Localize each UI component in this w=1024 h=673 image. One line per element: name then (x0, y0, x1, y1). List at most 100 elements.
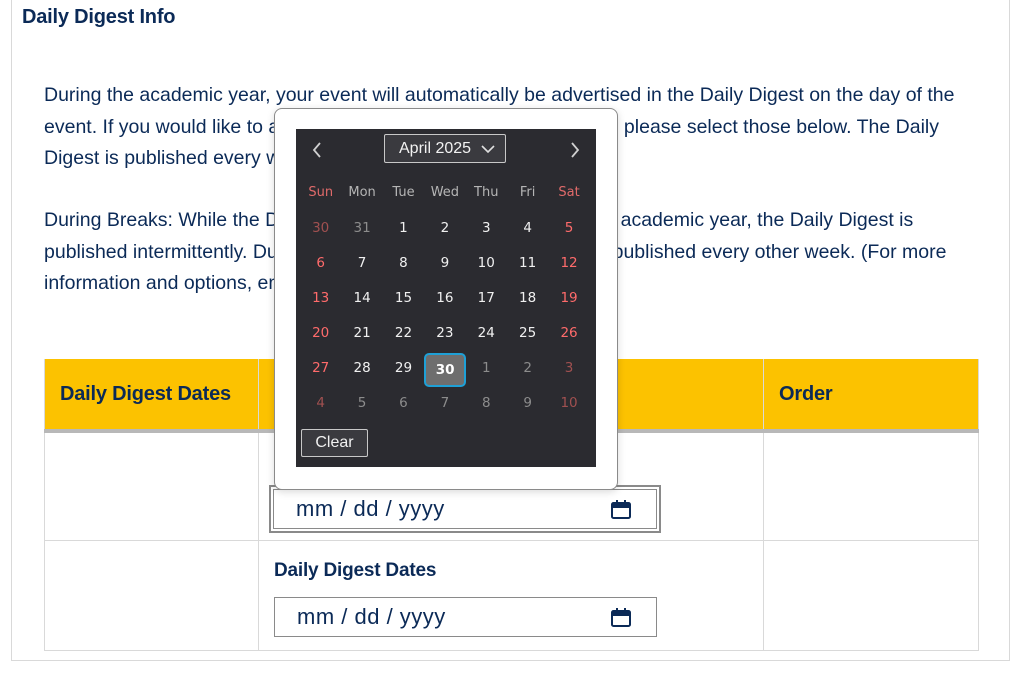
calendar-day[interactable]: 13 (300, 281, 341, 316)
calendar-day-number: 28 (353, 360, 371, 376)
calendar-day-number: 7 (357, 255, 367, 271)
calendar-day[interactable]: 3 (548, 351, 589, 386)
calendar-day-number: 30 (312, 220, 330, 236)
calendar-day[interactable]: 17 (466, 281, 507, 316)
calendar-day-number: 12 (560, 255, 578, 271)
calendar-day[interactable]: 6 (383, 386, 424, 421)
calendar-day-number: 1 (399, 220, 408, 236)
calendar-day-number: 30 (424, 353, 467, 387)
calendar-day-number: 16 (436, 290, 454, 306)
calendar-day[interactable]: 24 (466, 316, 507, 351)
calendar-day[interactable]: 7 (424, 386, 465, 421)
chevron-right-icon[interactable] (562, 137, 588, 163)
table-cell (44, 430, 259, 542)
calendar-day[interactable]: 9 (507, 386, 548, 421)
date-input-1-placeholder: mm / dd / yyyy (296, 496, 445, 521)
weekday-label: Sun (308, 185, 334, 200)
weekday-label: Wed (430, 185, 460, 200)
calendar-day[interactable]: 4 (300, 386, 341, 421)
calendar-day[interactable]: 1 (466, 351, 507, 386)
calendar-day[interactable]: 16 (424, 281, 465, 316)
chevron-down-icon (481, 135, 495, 163)
calendar-day[interactable]: 14 (341, 281, 382, 316)
calendar-day[interactable]: 26 (548, 316, 589, 351)
calendar-day[interactable]: 15 (383, 281, 424, 316)
weekday-label: Sat (558, 185, 580, 200)
calendar-day-number: 10 (477, 255, 495, 271)
table-cell (44, 540, 259, 651)
calendar-day[interactable]: 31 (341, 211, 382, 246)
calendar-day[interactable]: 9 (424, 246, 465, 281)
calendar-day-number: 3 (481, 220, 491, 236)
calendar-day[interactable]: 20 (300, 316, 341, 351)
calendar-day-number: 10 (560, 395, 578, 411)
table-cell (763, 430, 979, 542)
calendar-day[interactable]: 5 (548, 211, 589, 246)
calendar-day[interactable]: 5 (341, 386, 382, 421)
calendar-day-number: 21 (353, 325, 371, 341)
calendar-day[interactable]: 30 (300, 211, 341, 246)
date-input-2[interactable]: mm / dd / yyyy (274, 597, 657, 637)
calendar-day-number: 23 (436, 325, 454, 341)
calendar-day-number: 4 (316, 395, 325, 411)
date-input-2-placeholder: mm / dd / yyyy (297, 604, 446, 629)
calendar-day[interactable]: 27 (300, 351, 341, 386)
calendar-day-selected[interactable]: 30 (424, 351, 467, 387)
calendar-day[interactable]: 28 (341, 351, 382, 386)
date-picker-popup: April 2025 Sun Mon Tue Wed Thu Fri Sat 30 31 1 2 3… (274, 108, 618, 490)
calendar-day-number: 8 (399, 255, 408, 271)
calendar-day[interactable]: 11 (507, 246, 548, 281)
clear-button[interactable]: Clear (301, 429, 368, 457)
date-input-1[interactable]: mm / dd / yyyy (269, 485, 661, 533)
chevron-left-icon[interactable] (304, 137, 330, 163)
calendar-day[interactable]: 25 (507, 316, 548, 351)
calendar-day-number: 8 (481, 395, 491, 411)
month-label: April 2025 (399, 140, 472, 157)
calendar-day[interactable]: 12 (548, 246, 589, 281)
calendar-day-number: 29 (394, 360, 413, 376)
header-daily-digest-dates: Daily Digest Dates (44, 359, 259, 433)
calendar-day[interactable]: 6 (300, 246, 341, 281)
row2-label: Daily Digest Dates (274, 560, 437, 581)
calendar-day[interactable]: 10 (548, 386, 589, 421)
calendar-icon[interactable] (611, 608, 631, 627)
month-select[interactable]: April 2025 (384, 134, 506, 163)
calendar-day-number: 6 (399, 395, 408, 411)
weekday-label: Tue (392, 185, 415, 200)
calendar-day[interactable]: 1 (383, 211, 424, 246)
calendar-day[interactable]: 29 (383, 351, 424, 386)
calendar-day[interactable]: 8 (383, 246, 424, 281)
calendar-day-number: 6 (316, 255, 325, 271)
weekday-row: Sun Mon Tue Wed Thu Fri Sat (300, 179, 592, 214)
calendar-day[interactable]: 3 (466, 211, 507, 246)
calendar-day[interactable]: 2 (507, 351, 548, 386)
calendar-day-number: 24 (477, 325, 495, 341)
calendar-day[interactable]: 21 (341, 316, 382, 351)
calendar-day[interactable]: 22 (383, 316, 424, 351)
calendar-day[interactable]: 19 (548, 281, 589, 316)
section-title: Daily Digest Info (22, 6, 176, 28)
header-order: Order (763, 359, 979, 433)
calendar-day[interactable]: 7 (341, 246, 382, 281)
calendar-day[interactable]: 2 (424, 211, 465, 246)
calendar-day-number: 9 (523, 395, 532, 411)
calendar-day[interactable]: 23 (424, 316, 465, 351)
calendar-day-number: 31 (353, 220, 371, 236)
calendar-day[interactable]: 18 (507, 281, 548, 316)
calendar-day-number: 13 (312, 290, 330, 306)
day-grid: 30 31 1 2 3 4 5 6 7 8 9 10 11 12 13 14 15 16 17 18 19 20 21 22 2… (300, 211, 592, 421)
calendar-day-number: 22 (394, 325, 413, 341)
calendar-day-number: 5 (564, 220, 574, 236)
weekday-label: Mon (348, 185, 376, 200)
calendar-day-number: 18 (519, 290, 537, 306)
calendar-icon[interactable] (611, 500, 631, 519)
calendar-day-number: 9 (440, 255, 450, 271)
calendar-day[interactable]: 4 (507, 211, 548, 246)
calendar-day-number: 20 (312, 325, 330, 341)
calendar-day-number: 15 (394, 290, 413, 306)
calendar-day-number: 4 (523, 220, 532, 236)
calendar-day-number: 11 (519, 255, 537, 271)
calendar-day[interactable]: 10 (466, 246, 507, 281)
calendar-day[interactable]: 8 (466, 386, 507, 421)
weekday-label: Thu (474, 185, 499, 200)
